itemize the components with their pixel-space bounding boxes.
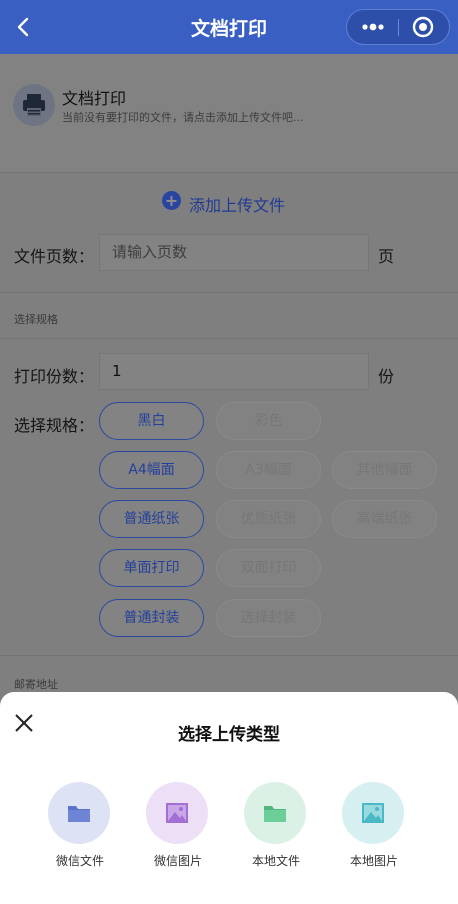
copies-input[interactable]: 1 <box>99 353 369 390</box>
option-circle <box>48 782 110 844</box>
chip-double-sided[interactable]: 双面打印 <box>216 549 321 587</box>
pages-label: 文件页数： <box>14 247 95 266</box>
option-circle <box>244 782 306 844</box>
spec-label: 选择规格： <box>14 416 95 435</box>
chip-a3[interactable]: A3幅面 <box>216 451 321 489</box>
chip-normal-binding[interactable]: 普通封装 <box>99 599 204 637</box>
copies-unit: 份 <box>378 367 395 386</box>
chip-color[interactable]: 彩色 <box>216 402 321 440</box>
nav-bar: 文档打印 <box>0 0 458 54</box>
copies-label: 打印份数： <box>14 367 95 386</box>
image-icon <box>166 803 188 823</box>
close-miniprogram-icon[interactable] <box>399 10 451 44</box>
chip-single-sided[interactable]: 单面打印 <box>99 549 204 587</box>
divider <box>0 172 458 173</box>
pages-input[interactable]: 请输入页数 <box>99 234 369 271</box>
option-circle <box>342 782 404 844</box>
image-icon <box>362 803 384 823</box>
mini-program-capsule <box>346 9 450 45</box>
pages-unit: 页 <box>378 247 395 266</box>
printer-icon <box>23 94 45 116</box>
chip-other-size[interactable]: 其他幅面 <box>332 451 437 489</box>
divider <box>0 292 458 293</box>
more-icon[interactable] <box>347 10 399 44</box>
chip-choose-binding[interactable]: 选择封装 <box>216 599 321 637</box>
option-label: 微信图片 <box>153 854 202 868</box>
upload-type-sheet: 选择上传类型 微信文件 微信图片 本地文件 本地图片 <box>0 692 458 904</box>
spec-section-title: 选择规格 <box>14 313 58 326</box>
option-circle <box>146 782 208 844</box>
folder-icon <box>264 806 286 822</box>
option-label: 本地文件 <box>251 854 300 868</box>
chip-black-white[interactable]: 黑白 <box>99 402 204 440</box>
folder-icon <box>68 806 90 822</box>
address-section-title: 邮寄地址 <box>14 678 58 691</box>
doc-card-title: 文档打印 <box>62 89 127 108</box>
plus-icon: + <box>162 191 181 210</box>
chip-normal-paper[interactable]: 普通纸张 <box>99 500 204 538</box>
chip-quality-paper[interactable]: 优质纸张 <box>216 500 321 538</box>
chip-a4[interactable]: A4幅面 <box>99 451 204 489</box>
option-label: 微信文件 <box>55 854 104 868</box>
divider <box>0 338 458 339</box>
printer-avatar <box>13 84 55 126</box>
chip-premium-paper[interactable]: 高端纸张 <box>332 500 437 538</box>
option-label: 本地图片 <box>349 854 398 868</box>
doc-card-subtitle: 当前没有要打印的文件，请点击添加上传文件吧... <box>62 111 304 124</box>
sheet-title: 选择上传类型 <box>178 725 280 745</box>
divider <box>0 655 458 656</box>
add-upload-label: 添加上传文件 <box>189 196 286 215</box>
